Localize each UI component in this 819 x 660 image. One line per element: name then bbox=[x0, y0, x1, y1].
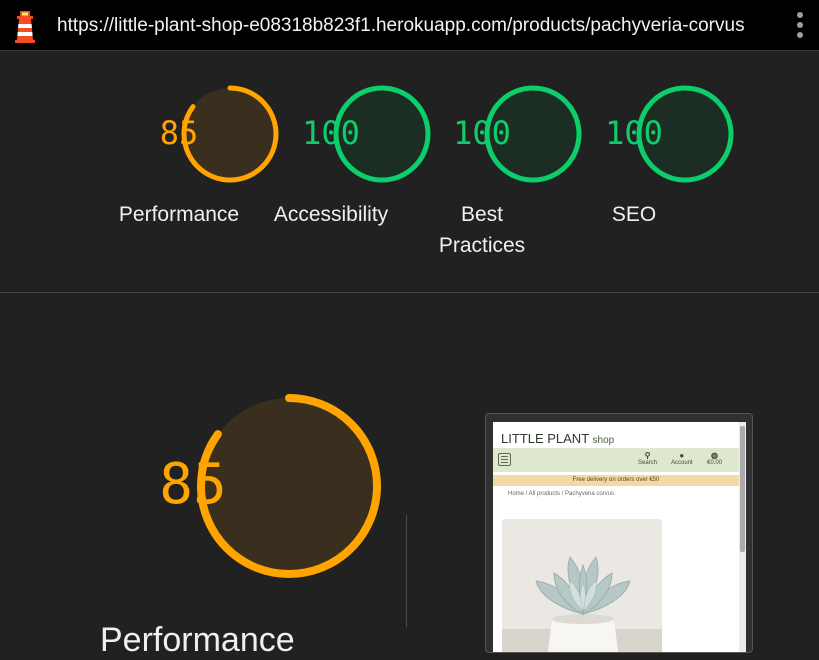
score-label-0: Performance bbox=[104, 199, 254, 230]
score-gauge-1-value: 100 bbox=[302, 114, 360, 153]
thumbnail-page: LITTLE PLANT shop ⚲ Search ● Account ◍ €0.0… bbox=[493, 422, 739, 652]
thumbnail-breadcrumb: Home / All products / Pachyveria corvus bbox=[508, 491, 615, 497]
performance-big-gauge[interactable]: 85 bbox=[97, 390, 381, 582]
thumbnail-search: ⚲ Search bbox=[638, 451, 657, 466]
lighthouse-icon bbox=[15, 11, 35, 43]
score-label-0-line1: Performance bbox=[118, 203, 240, 226]
thumbnail-navbar: ⚲ Search ● Account ◍ €0.00 bbox=[493, 448, 739, 472]
score-label-1-line1: Accessibility bbox=[273, 203, 389, 226]
thumbnail-cart-label: €0.00 bbox=[707, 460, 723, 466]
thumbnail-account: ● Account bbox=[671, 451, 693, 466]
succulent-plant-image bbox=[502, 519, 662, 652]
score-label-2-line2: Practices bbox=[438, 234, 526, 257]
score-gauge-3-value: 100 bbox=[605, 114, 663, 153]
thumbnail-product-photo bbox=[502, 519, 662, 652]
thumbnail-brand-name: LITTLE PLANT bbox=[501, 431, 589, 446]
thumbnail-brand: LITTLE PLANT shop bbox=[501, 431, 614, 446]
user-icon: ● bbox=[679, 451, 685, 460]
search-icon: ⚲ bbox=[644, 451, 651, 460]
report-url[interactable]: https://little-plant-shop-e08318b823f1.h… bbox=[57, 15, 745, 37]
thumbnail-scrollbar bbox=[739, 422, 746, 652]
thumbnail-search-label: Search bbox=[638, 460, 658, 466]
lighthouse-topbar: https://little-plant-shop-e08318b823f1.h… bbox=[0, 0, 819, 51]
score-gauge-2-value: 100 bbox=[453, 114, 511, 153]
performance-section-title: Performance bbox=[100, 621, 295, 659]
score-label-1: Accessibility bbox=[256, 199, 406, 230]
section-divider bbox=[0, 292, 819, 293]
vertical-separator bbox=[406, 515, 407, 627]
score-gauge-3[interactable]: 100 bbox=[583, 83, 734, 185]
thumbnail-account-label: Account bbox=[671, 460, 693, 466]
thumbnail-delivery-banner: Free delivery on orders over €50 bbox=[493, 475, 739, 486]
score-gauge-0[interactable]: 85 bbox=[128, 83, 279, 185]
thumbnail-brand-suffix: shop bbox=[592, 435, 615, 446]
score-label-3: SEO bbox=[559, 199, 709, 230]
score-label-3-line1: SEO bbox=[611, 203, 657, 226]
score-gauge-2[interactable]: 100 bbox=[431, 83, 582, 185]
final-screenshot-thumbnail[interactable]: LITTLE PLANT shop ⚲ Search ● Account ◍ €0.0… bbox=[485, 413, 753, 653]
basket-icon: ◍ bbox=[711, 451, 718, 460]
hamburger-icon bbox=[498, 453, 511, 466]
score-label-2: Best Practices bbox=[407, 199, 557, 261]
performance-big-gauge-value: 85 bbox=[159, 452, 227, 518]
score-gauge-1[interactable]: 100 bbox=[280, 83, 431, 185]
kebab-menu-icon[interactable] bbox=[790, 12, 810, 42]
score-gauge-0-value: 85 bbox=[159, 114, 199, 153]
thumbnail-cart: ◍ €0.00 bbox=[707, 451, 722, 466]
score-label-2-line1: Best bbox=[460, 203, 504, 226]
